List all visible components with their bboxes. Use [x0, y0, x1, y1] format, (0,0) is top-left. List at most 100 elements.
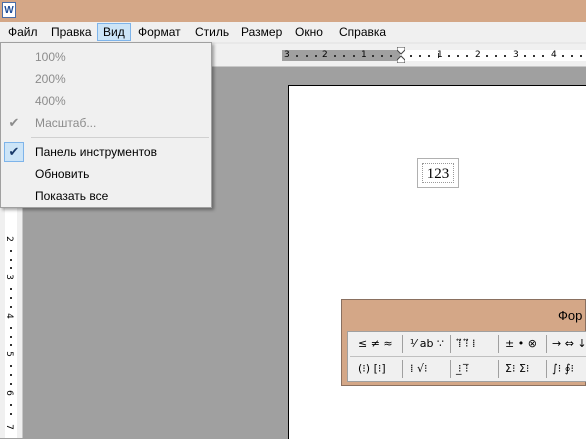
- menu-item-label: Масштаб...: [35, 116, 97, 130]
- operators-palette-button[interactable]: ± • ⊗: [505, 334, 537, 354]
- menu-help[interactable]: Справка: [334, 23, 391, 41]
- ruler-dot: [580, 55, 582, 57]
- menu-item-zoom-100[interactable]: 100%: [1, 46, 211, 68]
- palette-separator: [546, 360, 547, 378]
- ruler-dot: [10, 306, 12, 308]
- ruler-dot: [353, 55, 355, 57]
- ruler-dot: [524, 55, 526, 57]
- equation-object[interactable]: 123: [417, 158, 459, 188]
- relations-palette-button[interactable]: ≤ ≠ ≈: [358, 334, 393, 354]
- formula-palette-window[interactable]: Фор ≤ ≠ ≈ ⅟ ab ∵ ⁞⃡ ⁝⃡ ⁞ ± • ⊗ → ⇔ ↓ (⁝)…: [341, 299, 586, 386]
- menu-item-label: 200%: [35, 72, 66, 86]
- ruler-dot: [428, 55, 430, 57]
- ruler-dot: [10, 336, 12, 338]
- ruler-dot: [10, 297, 12, 299]
- ruler-dot: [10, 327, 12, 329]
- ruler-dot: [390, 55, 392, 57]
- ruler-dot: [486, 55, 488, 57]
- formula-palette-toolbar: ≤ ≠ ≈ ⅟ ab ∵ ⁞⃡ ⁝⃡ ⁞ ± • ⊗ → ⇔ ↓ (⁝) [⁝]…: [347, 331, 586, 382]
- ruler-v-label: 7: [3, 424, 14, 430]
- underbar-overbar-palette-button[interactable]: ⁝̲ ⁝̅: [458, 359, 469, 379]
- palette-separator: [402, 360, 403, 378]
- ruler-dot: [419, 55, 421, 57]
- menu-item-zoom-custom[interactable]: ✔ Масштаб...: [1, 112, 211, 134]
- title-bar: W: [0, 0, 586, 22]
- brackets-palette-button[interactable]: (⁝) [⁝]: [358, 359, 386, 379]
- ruler-dot: [10, 383, 12, 385]
- ruler-dot: [10, 259, 12, 261]
- horizontal-ruler: 3 2 1 1 2 3 4: [212, 44, 586, 67]
- alignment-palette-button[interactable]: ⁞⃡ ⁝⃡ ⁞: [458, 334, 475, 354]
- ruler-h-label: 1: [361, 50, 367, 60]
- ruler-h-label: 3: [284, 50, 290, 60]
- ruler-dot: [10, 413, 12, 415]
- ruler-dot: [533, 55, 535, 57]
- ruler-dot: [571, 55, 573, 57]
- ruler-v-label: 2: [3, 236, 14, 242]
- palette-separator: [450, 335, 451, 353]
- ruler-h-label: 1: [437, 50, 443, 60]
- ruler-h-label: 4: [551, 50, 557, 60]
- palette-separator: [498, 360, 499, 378]
- menu-item-toolbar[interactable]: ✔ Панель инструментов: [1, 141, 211, 163]
- menu-item-label: Панель инструментов: [35, 145, 157, 159]
- menu-item-refresh[interactable]: Обновить: [1, 163, 211, 185]
- ruler-dot: [334, 55, 336, 57]
- ruler-dot: [448, 55, 450, 57]
- menu-size[interactable]: Размер: [236, 23, 287, 41]
- menu-file[interactable]: Файл: [3, 23, 43, 41]
- ruler-dot: [562, 55, 564, 57]
- ruler-v-label: 6: [3, 390, 14, 396]
- ruler-dot: [372, 55, 374, 57]
- menu-item-label: Обновить: [35, 167, 90, 181]
- checkmark-icon: ✔: [8, 115, 20, 130]
- ruler-dot: [10, 365, 12, 367]
- integrals-palette-button[interactable]: ∫⁝ ∮⁝: [552, 359, 574, 379]
- ruler-dot: [466, 55, 468, 57]
- menu-item-label: 400%: [35, 94, 66, 108]
- ruler-dot: [343, 55, 345, 57]
- ruler-dot: [315, 55, 317, 57]
- spaces-palette-button[interactable]: ⅟ ab ∵: [410, 334, 444, 354]
- ruler-dot: [10, 267, 12, 269]
- ruler-dot: [504, 55, 506, 57]
- ruler-dot: [10, 288, 12, 290]
- palette-separator: [498, 335, 499, 353]
- fractions-radicals-palette-button[interactable]: ⁞ √⁝: [410, 359, 428, 379]
- menu-format[interactable]: Формат: [133, 23, 186, 41]
- ruler-v-label: 4: [3, 313, 14, 319]
- indent-marker-icon[interactable]: [397, 47, 405, 63]
- equation-text[interactable]: 123: [422, 163, 454, 183]
- ruler-h-label: 2: [475, 50, 481, 60]
- sums-palette-button[interactable]: Σ⁝ Σ⁝: [505, 359, 529, 379]
- menu-item-zoom-400[interactable]: 400%: [1, 90, 211, 112]
- menu-bar: Файл Правка Вид Формат Стиль Размер Окно…: [0, 22, 586, 42]
- ruler-dot: [306, 55, 308, 57]
- menu-item-label: Показать все: [35, 189, 109, 203]
- arrows-palette-button[interactable]: → ⇔ ↓: [552, 334, 586, 354]
- view-menu-dropdown: 100% 200% 400% ✔ Масштаб... ✔ Панель инс…: [0, 42, 212, 208]
- ruler-dot: [495, 55, 497, 57]
- word-app-icon[interactable]: W: [2, 2, 16, 18]
- menu-separator: [31, 137, 209, 138]
- checkmark-icon: ✔: [4, 142, 24, 162]
- palette-separator: [402, 335, 403, 353]
- palette-row-separator: [350, 356, 586, 357]
- menu-window[interactable]: Окно: [290, 23, 328, 41]
- menu-edit[interactable]: Правка: [46, 23, 97, 41]
- ruler-dot: [10, 344, 12, 346]
- ruler-h-label: 3: [513, 50, 519, 60]
- menu-view[interactable]: Вид: [97, 23, 131, 41]
- menu-item-show-all[interactable]: Показать все: [1, 185, 211, 207]
- ruler-dot: [542, 55, 544, 57]
- palette-separator: [546, 335, 547, 353]
- ruler-h-label: 2: [322, 50, 328, 60]
- ruler-v-label: 5: [3, 351, 14, 357]
- ruler-dot: [381, 55, 383, 57]
- ruler-dot: [296, 55, 298, 57]
- menu-item-label: 100%: [35, 50, 66, 64]
- menu-style[interactable]: Стиль: [190, 23, 234, 41]
- ruler-dot: [457, 55, 459, 57]
- menu-item-zoom-200[interactable]: 200%: [1, 68, 211, 90]
- ruler-dot: [410, 55, 412, 57]
